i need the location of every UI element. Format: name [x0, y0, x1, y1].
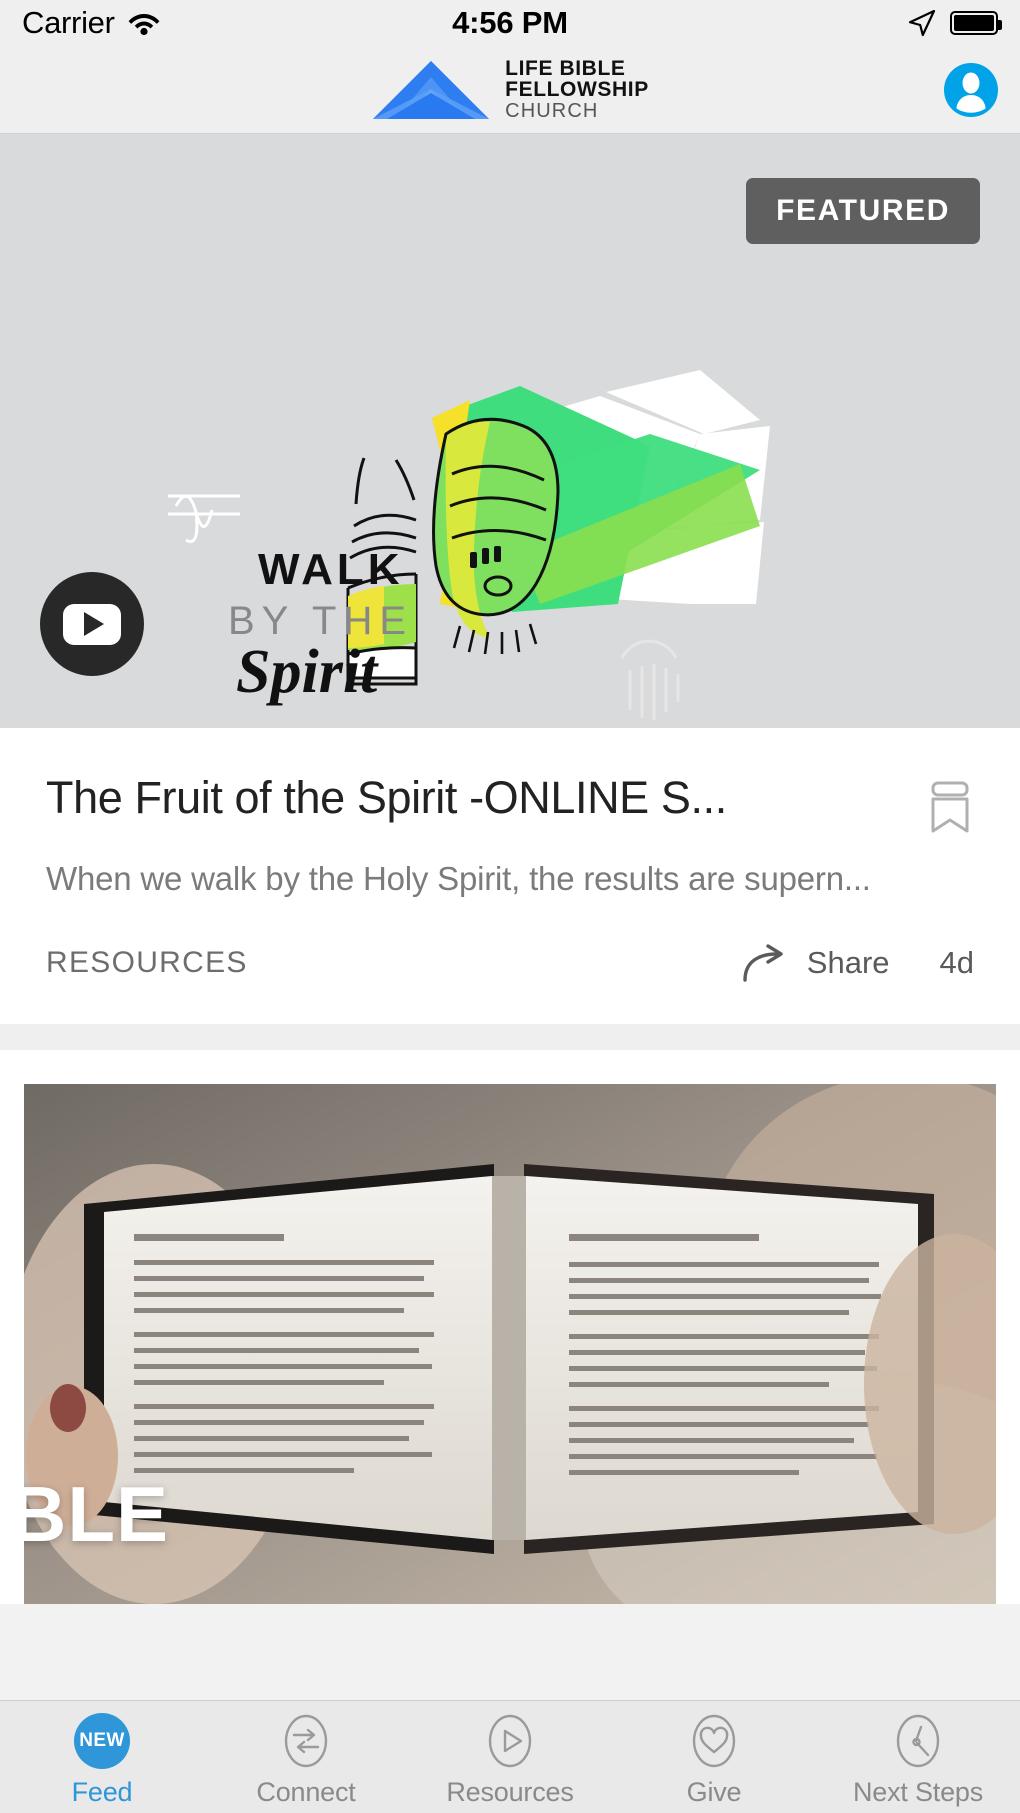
brand-line-1: LIFE BIBLE: [505, 56, 626, 80]
tab-give-label: Give: [686, 1777, 742, 1807]
share-label[interactable]: Share: [807, 945, 890, 981]
svg-text:Spirit: Spirit: [236, 638, 379, 706]
featured-post-title[interactable]: The Fruit of the Spirit -ONLINE S...: [46, 772, 906, 824]
play-circle-icon: [488, 1714, 532, 1768]
heart-circle-icon: [692, 1714, 736, 1768]
brand-lockup: LIFE BIBLE FELLOWSHIP CHURCH: [0, 56, 1020, 122]
battery-full-icon: [950, 11, 1002, 35]
tab-give[interactable]: Give: [612, 1713, 816, 1808]
user-avatar-icon[interactable]: [944, 62, 998, 117]
bookmark-icon[interactable]: [926, 780, 974, 834]
featured-card-body: The Fruit of the Spirit -ONLINE S... Whe…: [0, 728, 1020, 1024]
feed-card-separator: [0, 1024, 1020, 1050]
featured-post-description: When we walk by the Holy Spirit, the res…: [46, 860, 871, 897]
featured-actions: Share 4d: [741, 944, 974, 982]
tab-feed[interactable]: NEW Feed: [0, 1713, 204, 1808]
location-arrow-icon: [908, 9, 936, 37]
compass-circle-icon: [896, 1714, 940, 1768]
feed-card-featured[interactable]: WALK BY THE Spirit FEATURED The Fruit of…: [0, 134, 1020, 1024]
status-bar: Carrier 4:56 PM: [0, 0, 1020, 46]
new-badge-icon: NEW: [74, 1713, 130, 1769]
two-way-arrows-icon: [284, 1714, 328, 1768]
open-bible-illustration: [24, 1084, 996, 1604]
status-bar-right: [908, 9, 1002, 37]
status-bar-clock: 4:56 PM: [452, 5, 568, 40]
navigation-bar: LIFE BIBLE FELLOWSHIP CHURCH: [0, 46, 1020, 134]
youtube-play-inner: [63, 603, 121, 645]
tab-next-steps[interactable]: Next Steps: [816, 1713, 1020, 1808]
brand-line-3: CHURCH: [505, 99, 599, 122]
featured-title-row: The Fruit of the Spirit -ONLINE S...: [46, 772, 974, 834]
tab-resources-label: Resources: [446, 1777, 574, 1807]
open-bible-photo[interactable]: BLE: [24, 1084, 996, 1604]
svg-text:WALK: WALK: [258, 545, 404, 594]
tab-feed-label: Feed: [71, 1777, 133, 1807]
youtube-play-icon[interactable]: [40, 572, 144, 676]
bottom-tab-bar: NEW Feed Connect Resources Give Next Ste…: [0, 1700, 1020, 1813]
play-triangle-icon: [84, 612, 104, 636]
svg-text:BY THE: BY THE: [228, 599, 413, 643]
church-arrow-logo-icon: [373, 60, 490, 119]
featured-meta-row: RESOURCES Share 4d: [46, 944, 974, 1024]
tab-connect[interactable]: Connect: [204, 1713, 408, 1808]
brand-text: LIFE BIBLE FELLOWSHIP CHURCH: [505, 56, 649, 122]
featured-category-label[interactable]: RESOURCES: [46, 946, 248, 980]
featured-timestamp: 4d: [939, 945, 974, 980]
tab-connect-label: Connect: [256, 1777, 356, 1807]
share-arrow-icon[interactable]: [741, 944, 789, 982]
feed-card-second[interactable]: BLE: [0, 1050, 1020, 1604]
feed-scroll-area[interactable]: WALK BY THE Spirit FEATURED The Fruit of…: [0, 134, 1020, 1700]
brand-line-2: FELLOWSHIP: [505, 78, 649, 102]
tab-next-steps-label: Next Steps: [852, 1777, 984, 1807]
tab-resources[interactable]: Resources: [408, 1713, 612, 1808]
app-root: Carrier 4:56 PM LIFE BIBLE FELLOWSHIP CH…: [0, 0, 1020, 1813]
second-post-overlay-text: BLE: [24, 1470, 169, 1558]
featured-media[interactable]: WALK BY THE Spirit FEATURED: [0, 134, 1020, 728]
featured-badge: FEATURED: [746, 178, 980, 244]
